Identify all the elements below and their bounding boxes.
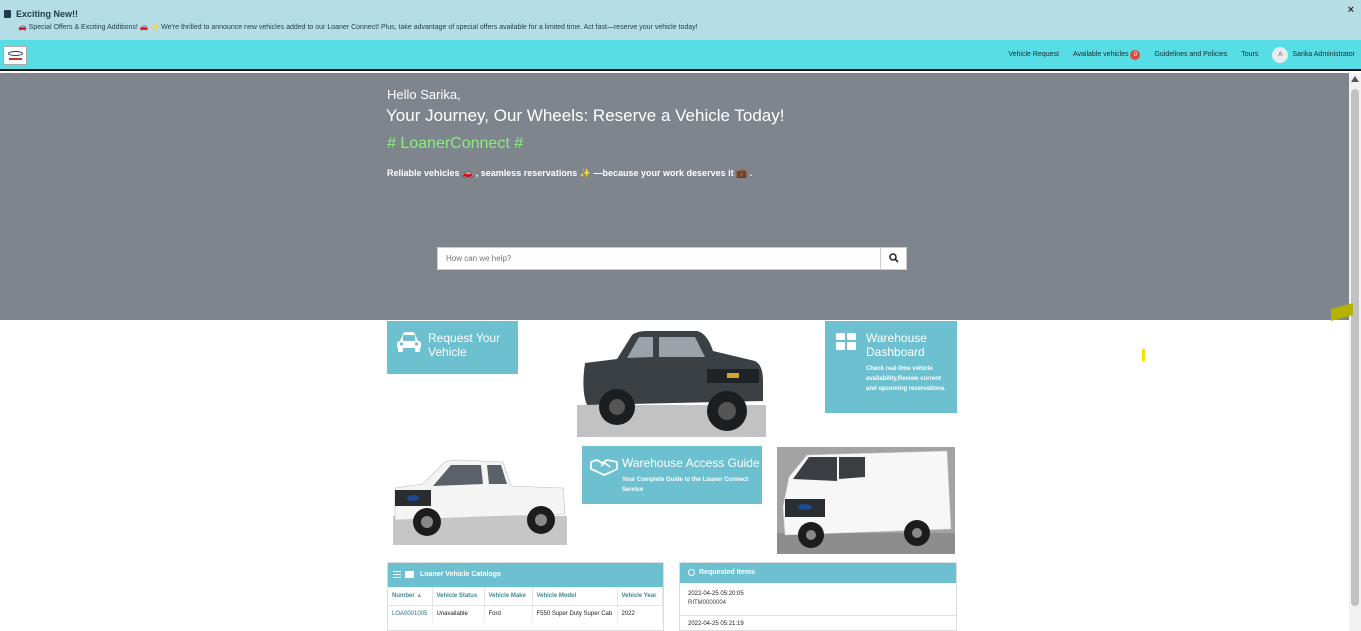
clock-icon [688,569,695,576]
search-button[interactable] [880,248,906,269]
request-number: RITM0000004 [688,600,727,606]
nav-guidelines-policies[interactable]: Guidelines and Policies [1154,51,1227,58]
vertical-scrollbar[interactable] [1349,73,1361,631]
warehouse-access-guide-tile[interactable]: Warehouse Access Guide Your Complete Gui… [582,446,762,504]
sort-up-icon: ▲ [416,592,423,599]
vehicle-catalog-card: Loaner Vehicle Catalogs Number ▲ Vehicle… [387,562,664,631]
top-navbar: Vehicle Request Available vehicles 0 Guid… [0,40,1361,71]
tile-title: Request Your Vehicle [428,331,501,359]
vehicle-image-pickup-dark [577,321,766,437]
scroll-up-icon[interactable] [1351,76,1359,82]
card-header: Requested Items [680,563,956,583]
megaphone-icon [4,10,11,18]
nav-menu: Vehicle Request Available vehicles 0 Guid… [994,40,1355,69]
card-title: Requested Items [699,569,756,576]
table-row[interactable]: LOA0001005 Unavailable Ford F550 Super D… [388,605,663,623]
table-header-row: Number ▲ Vehicle Status Vehicle Make Veh… [388,587,663,606]
tile-title: Warehouse Access Guide [622,456,760,470]
cell-year: 2022 [617,605,663,623]
column-header-make[interactable]: Vehicle Make [484,587,533,606]
tile-title: Warehouse Dashboard [866,331,927,359]
vehicle-image-pickup-white [393,458,567,545]
cell-number[interactable]: LOA0001005 [388,605,433,623]
close-icon[interactable]: × [1348,4,1354,16]
user-menu[interactable]: A Sarika Administrator [1272,46,1355,63]
column-header-number[interactable]: Number ▲ [388,587,433,606]
list-icon [405,571,414,578]
scroll-thumb[interactable] [1351,89,1359,606]
greeting: Hello Sarika, [387,87,461,102]
loaner-logo[interactable] [3,46,27,65]
search-icon [889,253,899,263]
nav-vehicle-request[interactable]: Vehicle Request [1008,51,1059,58]
vehicle-image-van-white [777,447,955,554]
hero-subtitle: Reliable vehicles 🚗 , seamless reservati… [387,168,753,178]
column-header-model[interactable]: Vehicle Model [532,587,618,606]
request-date: 2022-04-25 05:20:05 [688,591,744,597]
catalog-table: Number ▲ Vehicle Status Vehicle Make Veh… [388,587,663,623]
user-name: Sarika Administrator [1292,51,1355,58]
column-header-year[interactable]: Vehicle Year [617,587,663,606]
nav-tours[interactable]: Tours [1241,51,1258,58]
list-item[interactable]: 2022-04-25 05:21:19 [680,616,956,630]
hashtag: # LoanerConnect # [387,135,524,152]
highlight-marker [1142,349,1145,361]
count-badge: 0 [1130,49,1141,60]
tile-description: Check real-time vehicle availability,Rev… [866,366,947,392]
request-vehicle-tile[interactable]: Request Your Vehicle [387,321,518,374]
search-input[interactable] [438,248,880,269]
banner-title: Exciting New!! [16,9,79,19]
avatar: A [1272,46,1289,63]
announcement-banner: Exciting New!! 🚗 Special Offers & Exciti… [0,0,1361,40]
column-header-status[interactable]: Vehicle Status [432,587,485,606]
card-header: Loaner Vehicle Catalogs [388,563,663,587]
list-item[interactable]: 2022-04-25 05:20:05 RITM0000004 [680,586,956,616]
menu-icon[interactable] [393,571,401,578]
dashboard-grid-icon [836,333,856,350]
warehouse-dashboard-tile[interactable]: Warehouse Dashboard Check real-time vehi… [825,321,957,413]
hero-section: Hello Sarika, Your Journey, Our Wheels: … [0,73,1349,320]
tile-description: Your Complete Guide to the Loaner Connec… [622,477,749,493]
car-icon [397,332,421,352]
cell-model: F550 Super Duty Super Cab [532,605,618,623]
cell-make: Ford [484,605,533,623]
nav-available-vehicles[interactable]: Available vehicles 0 [1073,49,1141,60]
request-date: 2022-04-25 05:21:19 [688,621,744,627]
handshake-icon [590,459,618,476]
cell-status: Unavailable [432,605,485,623]
hero-headline: Your Journey, Our Wheels: Reserve a Vehi… [386,106,785,125]
search-bar [437,247,907,270]
card-title: Loaner Vehicle Catalogs [420,571,501,578]
requested-items-card: Requested Items 2022-04-25 05:20:05 RITM… [679,562,957,631]
banner-message: 🚗 Special Offers & Exciting Additions! 🚗… [18,24,698,31]
